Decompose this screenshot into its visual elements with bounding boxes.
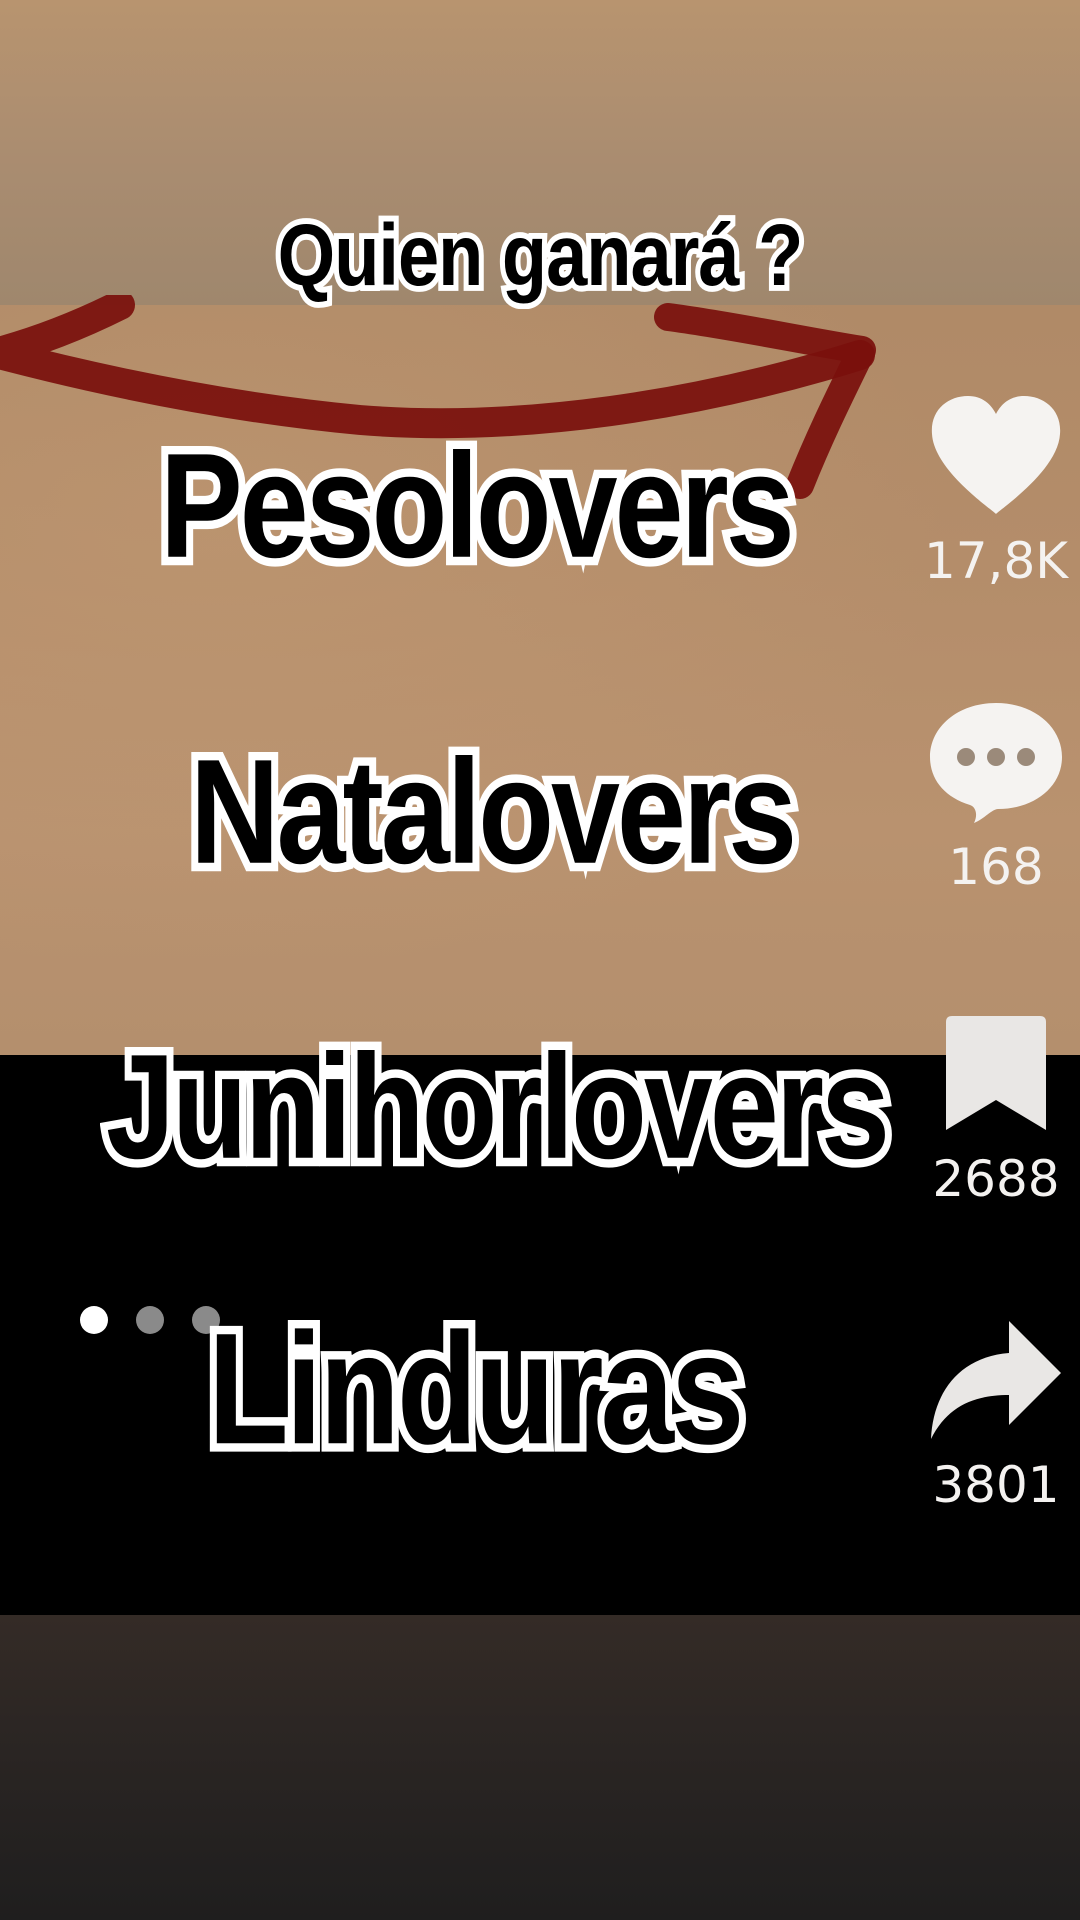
heart-icon[interactable] <box>926 386 1066 526</box>
photo-pagination-dots <box>80 1306 220 1334</box>
share-count: 3801 <box>932 1456 1060 1514</box>
comment-count: 168 <box>948 838 1044 896</box>
caption-option-2: Natalovers <box>183 729 804 896</box>
caption-option-4: Linduras <box>201 1300 751 1477</box>
caption-option-3: Junihorlovers <box>99 1024 897 1191</box>
share-arrow-icon[interactable] <box>926 1310 1066 1450</box>
save-count: 2688 <box>932 1150 1060 1208</box>
like-count: 17,8K <box>923 532 1069 590</box>
pagination-dot[interactable] <box>136 1306 164 1334</box>
save-button[interactable]: 2688 <box>916 1004 1076 1208</box>
bookmark-icon[interactable] <box>926 1004 1066 1144</box>
video-title-caption: Quien ganará ? <box>273 206 809 305</box>
pagination-dot-active[interactable] <box>80 1306 108 1334</box>
video-background-bottom <box>0 1615 1080 1920</box>
share-button[interactable]: 3801 <box>916 1310 1076 1514</box>
caption-option-1: Pesolovers <box>153 423 802 590</box>
comment-button[interactable]: 168 <box>916 692 1076 896</box>
comment-bubble-icon[interactable] <box>926 692 1066 832</box>
like-button[interactable]: 17,8K <box>916 386 1076 590</box>
